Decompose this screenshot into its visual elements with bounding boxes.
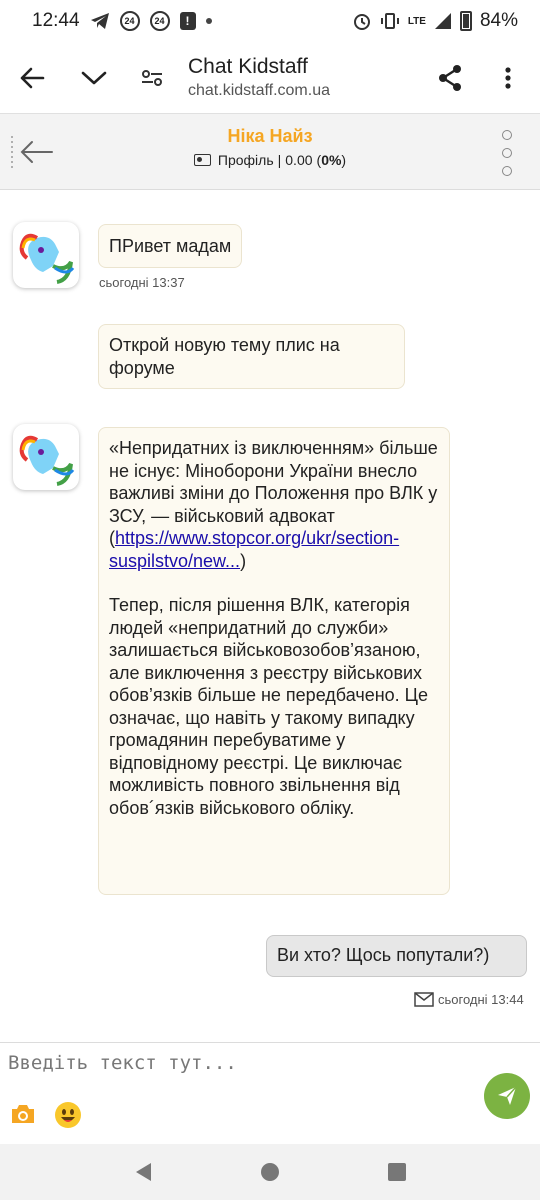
chat-header: Ніка Найз Профіль | 0.00 (0%) (0, 114, 540, 190)
avatar[interactable] (13, 222, 79, 288)
message-text: Ви хто? Щось попутали?) (277, 945, 490, 965)
nav-home-icon[interactable] (259, 1161, 281, 1183)
back-arrow-icon[interactable] (10, 56, 54, 100)
message-time: сьогодні 13:44 (438, 992, 524, 1007)
camera-icon[interactable] (10, 1103, 36, 1130)
message-bubble-incoming[interactable]: «Непридатних із виключенням» більше не і… (98, 427, 450, 895)
nav-recents-icon[interactable] (387, 1162, 407, 1182)
signal-icon (434, 13, 451, 29)
nav-back-icon[interactable] (133, 1161, 153, 1183)
pony-avatar-icon (19, 435, 75, 486)
notification-badge: 24 (149, 11, 170, 31)
alert-icon: ! (179, 12, 196, 30)
message-link[interactable]: https://www.stopcor.org/ukr/section-susp… (109, 528, 399, 571)
more-notifications-dot (205, 18, 212, 24)
system-nav-bar (0, 1144, 540, 1200)
contact-name[interactable]: Ніка Найз (0, 126, 540, 147)
percent-value: (0%) (316, 152, 347, 168)
message-bubble-outgoing[interactable]: Ви хто? Щось попутали?) (266, 935, 527, 977)
profile-card-icon (193, 154, 211, 166)
message-bubble-incoming[interactable]: Открой новую тему плис на форуме (98, 324, 405, 389)
message-paragraph: Тепер, після рішення ВЛК, категорія люде… (109, 595, 428, 818)
emoji-icon[interactable] (54, 1101, 82, 1134)
telegram-icon (90, 13, 109, 29)
message-bubble-incoming[interactable]: ПРивет мадам (98, 224, 243, 268)
separator: | (277, 152, 282, 168)
more-vert-icon[interactable] (486, 56, 530, 100)
send-icon (498, 1086, 517, 1105)
battery-icon (459, 11, 472, 31)
vibrate-icon (380, 13, 399, 29)
chat-options-icon[interactable] (500, 130, 514, 176)
notification-badge: 24 (119, 11, 140, 31)
share-icon[interactable] (428, 56, 472, 100)
pony-avatar-icon (19, 233, 75, 284)
avatar[interactable] (13, 424, 79, 490)
message-composer (0, 1042, 540, 1144)
message-meta: сьогодні 13:44 (414, 992, 524, 1007)
balance-value: 0.00 (285, 152, 313, 168)
alarm-icon (353, 14, 370, 30)
status-bar: 12:44 24 24 ! LTE 84% (0, 0, 540, 42)
message-text: ПРивет мадам (109, 236, 232, 256)
message-text: Открой новую тему плис на форуме (109, 335, 340, 378)
site-settings-icon[interactable] (130, 56, 174, 100)
chevron-down-icon[interactable] (72, 56, 116, 100)
message-time: сьогодні 13:37 (99, 275, 185, 290)
contact-subline: Профіль | 0.00 (0%) (0, 152, 540, 168)
send-button[interactable] (484, 1073, 530, 1119)
network-type: LTE (407, 15, 426, 27)
battery-level: 84% (479, 10, 518, 31)
profile-link[interactable]: Профіль (218, 152, 274, 168)
status-time: 12:44 (32, 10, 80, 31)
message-input[interactable] (0, 1043, 470, 1083)
message-paragraph: «Непридатних із виключенням» більше не і… (109, 438, 438, 571)
page-title: Chat Kidstaff (188, 55, 308, 78)
envelope-icon (414, 992, 434, 1007)
browser-app-bar: Chat Kidstaff chat.kidstaff.com.ua (0, 42, 540, 114)
page-url[interactable]: chat.kidstaff.com.ua (188, 82, 330, 100)
